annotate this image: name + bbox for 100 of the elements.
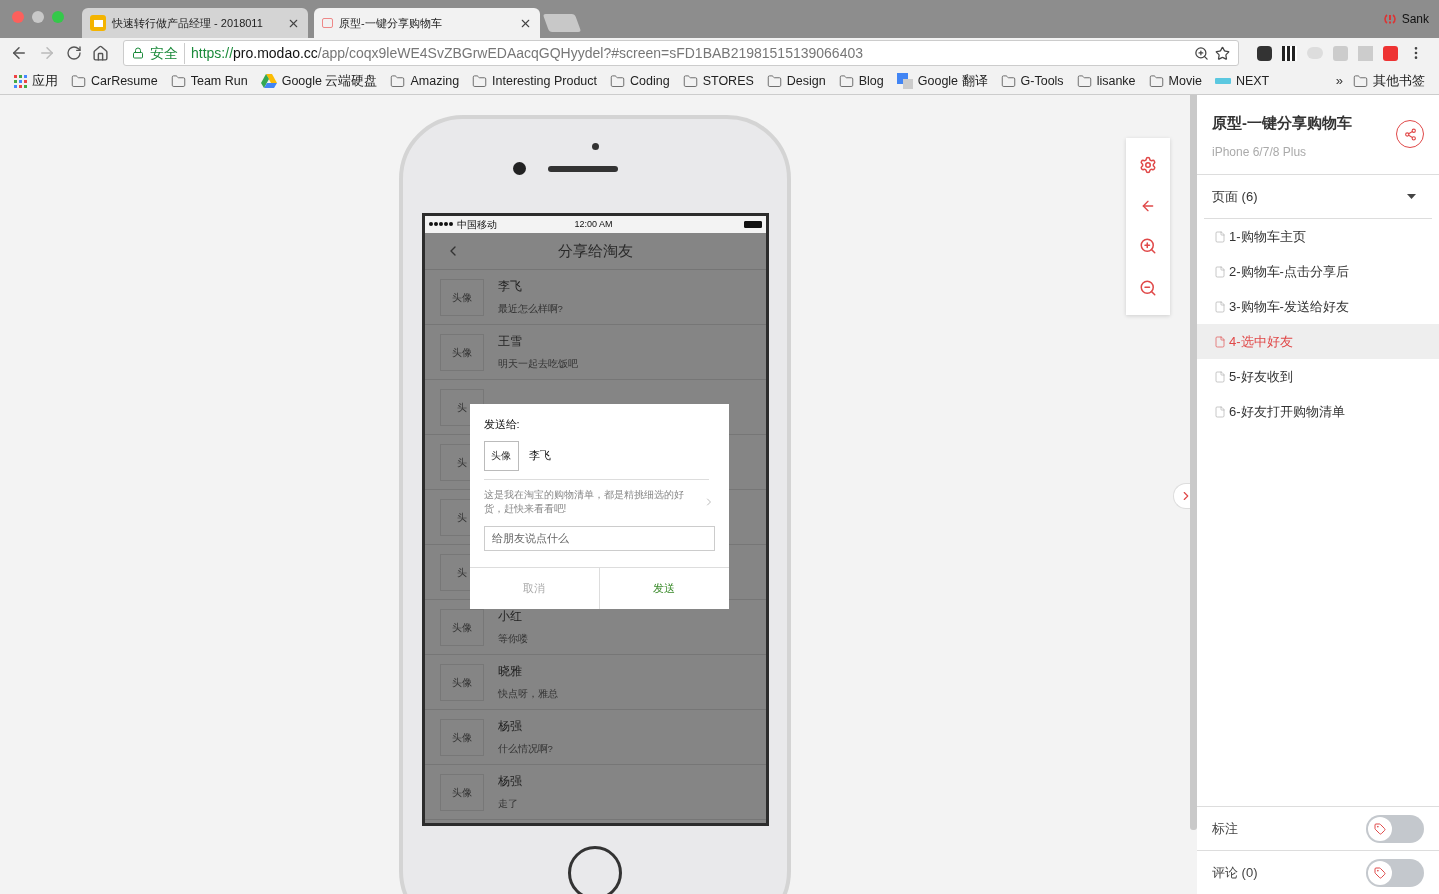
avatar-label: 头 (456, 400, 467, 415)
pages-header[interactable]: 页面 (6) (1204, 175, 1432, 219)
avatar-label: 头 (456, 565, 467, 580)
profile-name[interactable]: Sank (1401, 10, 1429, 28)
contact-message: 等你喽 (497, 631, 528, 646)
avatar-label: 头像 (451, 620, 472, 635)
page-icon (1214, 405, 1226, 418)
lock-icon (132, 47, 144, 59)
secure-label: 安全 (150, 42, 185, 64)
folder-icon (1353, 73, 1368, 89)
address-bar[interactable]: 安全 https://pro.modao.cc/app/coqx9leWE4SvZBGrwEDAacqGQHyydel?#screen=sFD1BAB21981515139066403 (123, 40, 1239, 66)
folder-icon (390, 73, 406, 89)
toggle-label: 标注 (1212, 819, 1239, 838)
share-icon (1403, 127, 1417, 141)
page-item[interactable]: 4-选中好友 (1197, 324, 1439, 359)
zoom-icon[interactable] (1194, 45, 1209, 61)
page-item[interactable]: 3-购物车-发送给好友 (1197, 289, 1439, 324)
camera (512, 162, 526, 175)
recipient-name: 李飞 (528, 448, 551, 464)
collapse-panel-button[interactable] (1173, 483, 1190, 509)
bookmark-link[interactable]: Team Run (190, 71, 248, 91)
contact-name: 杨强 (497, 719, 523, 735)
new-tab-button[interactable] (542, 14, 582, 32)
apps-grid-icon (14, 74, 27, 88)
extension-icon[interactable] (1257, 45, 1272, 61)
folder-icon (71, 73, 86, 89)
toggle-switch[interactable] (1366, 858, 1424, 887)
page-icon (1214, 265, 1226, 278)
bookmark-link[interactable]: Design (786, 71, 826, 91)
contact-message: 走了 (497, 796, 519, 811)
battery-icon (743, 221, 762, 228)
translate-icon (896, 73, 913, 89)
bookmark-link[interactable]: NEXT (1235, 71, 1270, 91)
browser-tab[interactable]: 快速转行做产品经理 - 2018011 (82, 8, 308, 38)
bookmark-star-icon[interactable] (1215, 45, 1230, 61)
drive-icon (260, 74, 277, 88)
page-item[interactable]: 6-好友打开购物清单 (1197, 394, 1439, 429)
bookmark-link[interactable]: CarResume (91, 71, 158, 91)
send-button[interactable]: 发送 (598, 568, 729, 609)
tab-title: 原型-一键分享购物车 (339, 15, 443, 31)
settings-icon[interactable] (1139, 155, 1157, 174)
bookmark-link[interactable]: 应用 (32, 71, 58, 91)
shopping-list-summary: 这是我在淘宝的购物清单，都是精挑细选的好货，赶快来看看吧! (483, 487, 685, 516)
folder-icon (1076, 73, 1092, 89)
prototype-favicon-icon (322, 18, 333, 28)
folder-icon (838, 73, 854, 89)
folder-icon (1000, 73, 1016, 89)
toggle-switch[interactable] (1366, 814, 1424, 843)
home-button[interactable] (568, 846, 622, 894)
url-text: https://pro.modao.cc/app/coqx9leWE4SvZBGrwEDAacqGQHyydel?#screen=sFD1BAB21981515139066403 (191, 43, 864, 63)
avatar-label: 头像 (491, 449, 511, 463)
speaker (547, 165, 618, 172)
more-bookmarks-button[interactable]: » (1335, 71, 1343, 91)
bookmark-link[interactable]: Amazing (410, 71, 460, 91)
folder-icon (170, 73, 186, 89)
avatar-label: 头 (456, 510, 467, 525)
contact-message: 快点呀，雅总 (497, 686, 558, 701)
home-icon[interactable] (92, 44, 109, 62)
avatar-label: 头像 (451, 785, 472, 800)
message-input[interactable]: 给朋友说点什么 (483, 525, 715, 551)
page-icon (1214, 300, 1226, 313)
contact-name: 王雪 (497, 334, 523, 350)
bookmark-link[interactable]: 其他书签 (1373, 71, 1425, 91)
page-item[interactable]: 5-好友收到 (1197, 359, 1439, 394)
status-time: 12:00 AM (574, 217, 613, 231)
page-icon (1214, 335, 1226, 348)
contact-name: 李飞 (497, 279, 523, 295)
caret-icon (1407, 194, 1416, 199)
prototype-title: 原型-一键分享购物车 (1212, 113, 1353, 133)
page-icon (1214, 370, 1226, 383)
folder-icon (766, 73, 782, 89)
bookmark-link[interactable]: Coding (630, 71, 670, 91)
zoom-in-icon[interactable] (1139, 237, 1157, 256)
reload-icon[interactable] (66, 45, 82, 61)
minimize-window-button[interactable] (32, 11, 44, 23)
scrollbar[interactable] (1190, 95, 1197, 830)
bookmark-link[interactable]: STORES (702, 71, 754, 91)
bookmark-link[interactable]: Blog (858, 71, 884, 91)
page-icon (1214, 230, 1226, 243)
page-item[interactable]: 1-购物车主页 (1197, 219, 1439, 254)
contact-message: 最近怎么样啊? (497, 301, 563, 316)
bookmark-link[interactable]: Google 云端硬盘 (281, 71, 378, 91)
bookmark-link[interactable]: Interesting Product (492, 71, 597, 91)
bookmark-link[interactable]: Google 翻译 (917, 71, 988, 91)
next-logo-icon (1214, 78, 1231, 84)
screen-title: 分享给淘友 (557, 240, 633, 261)
browser-tab[interactable]: 原型-一键分享购物车 (314, 8, 540, 38)
tag-icon (1374, 822, 1386, 835)
dialog-heading: 发送给: (483, 417, 521, 432)
back-icon[interactable] (10, 44, 28, 62)
toggle-label: 评论 (0) (1212, 863, 1259, 882)
bookmark-link[interactable]: Movie (1168, 71, 1202, 91)
tag-icon (1374, 866, 1386, 879)
avatar-label: 头像 (451, 290, 472, 305)
page-item[interactable]: 2-购物车-点击分享后 (1197, 254, 1439, 289)
avatar-label: 头 (456, 455, 467, 470)
avatar-label: 头像 (451, 730, 472, 745)
zoom-out-icon[interactable] (1139, 279, 1157, 298)
bookmark-link[interactable]: lisanke (1096, 71, 1136, 91)
bookmark-link[interactable]: G-Tools (1020, 71, 1064, 91)
